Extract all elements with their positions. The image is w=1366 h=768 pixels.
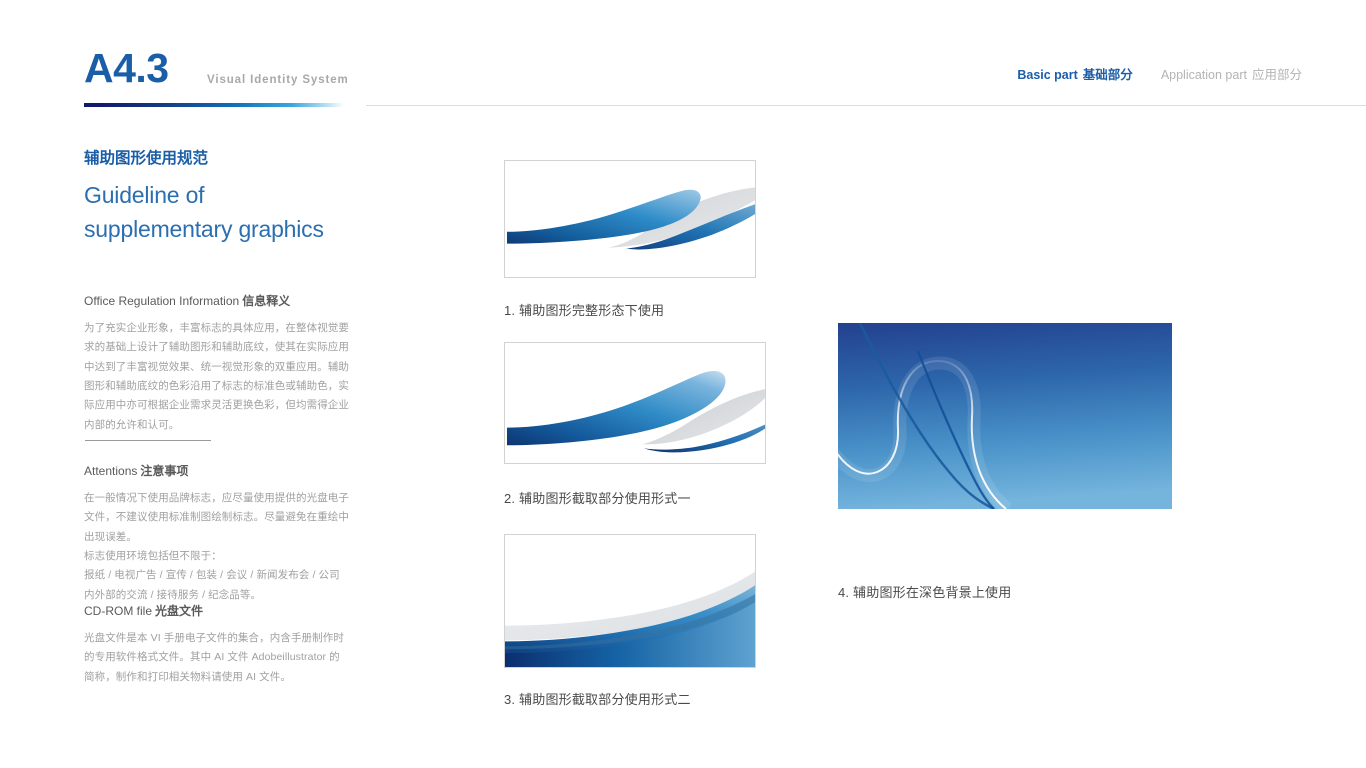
nav-application-label-en: Application part [1160,68,1247,82]
caption-panel-4: 4. 辅助图形在深色背景上使用 [838,585,1012,600]
page-subtitle: Visual Identity System [207,74,349,86]
graphic-panel-full-form [504,160,756,278]
office-regulation-body: 为了充实企业形象，丰富标志的具体应用，在整体视觉要求的基础上设计了辅助图形和辅助… [84,321,349,431]
left-content-column: 辅助图形使用规范 Guideline of supplementary grap… [84,148,350,683]
supplementary-graphic-crop-one [506,370,765,453]
header-nav: Basic part 基础部分 Application part 应用部分 [1017,64,1302,83]
attentions-heading-cn: 注意事项 [140,464,189,478]
supplementary-graphic-dark-background [838,323,1172,509]
accent-gradient-bar [84,103,344,107]
office-regulation-heading-cn: 信息释义 [242,294,291,308]
section-title-cn: 辅助图形使用规范 [84,150,209,167]
block-office-regulation: Office Regulation Information 信息释义 为了充实企业… [84,293,350,435]
office-regulation-heading: Office Regulation Information 信息释义 [84,293,350,310]
attentions-heading-en: Attentions [84,464,138,478]
nav-item-basic-part[interactable]: Basic part 基础部分 [1017,64,1132,83]
left-column-divider [85,440,211,441]
attentions-heading: Attentions 注意事项 [84,463,350,480]
section-title-en: Guideline of supplementary graphics [84,181,324,243]
cdrom-heading-en: CD-ROM file [84,604,152,618]
caption-panel-1: 1. 辅助图形完整形态下使用 [504,303,665,318]
caption-panel-3: 3. 辅助图形截取部分使用形式二 [504,692,691,707]
page-header: A4.3 Visual Identity System Basic part 基础… [0,0,1366,115]
graphic-panel-dark-background [838,323,1172,509]
nav-basic-label-cn: 基础部分 [1082,68,1133,82]
attentions-body: 在一般情况下使用品牌标志，应尽量使用提供的光盘电子文件，不建议使用标准制图绘制标… [84,491,349,601]
supplementary-graphic-crop-two [505,571,755,667]
nav-application-label-cn: 应用部分 [1251,68,1302,82]
block-attentions: Attentions 注意事项 在一般情况下使用品牌标志，应尽量使用提供的光盘电子… [84,463,350,605]
graphic-panel-crop-one [504,342,766,464]
supplementary-graphic-full-form [506,187,755,250]
graphic-panel-crop-two [504,534,756,668]
office-regulation-heading-en: Office Regulation Information [84,294,240,308]
block-cdrom-file: CD-ROM file 光盘文件 光盘文件是本 VI 手册电子文件的集合，内含手册… [84,603,350,687]
nav-item-application-part[interactable]: Application part 应用部分 [1161,64,1302,83]
caption-panel-2: 2. 辅助图形截取部分使用形式一 [504,491,691,506]
dark-background-fill [838,323,1172,509]
cdrom-body: 光盘文件是本 VI 手册电子文件的集合，内含手册制作时的专用软件格式文件。其中 … [84,631,344,683]
page-code: A4.3 [84,45,169,91]
header-divider-rule [366,105,1366,106]
cdrom-heading: CD-ROM file 光盘文件 [84,603,350,620]
cdrom-heading-cn: 光盘文件 [155,604,204,618]
nav-basic-label-en: Basic part [1017,68,1078,82]
